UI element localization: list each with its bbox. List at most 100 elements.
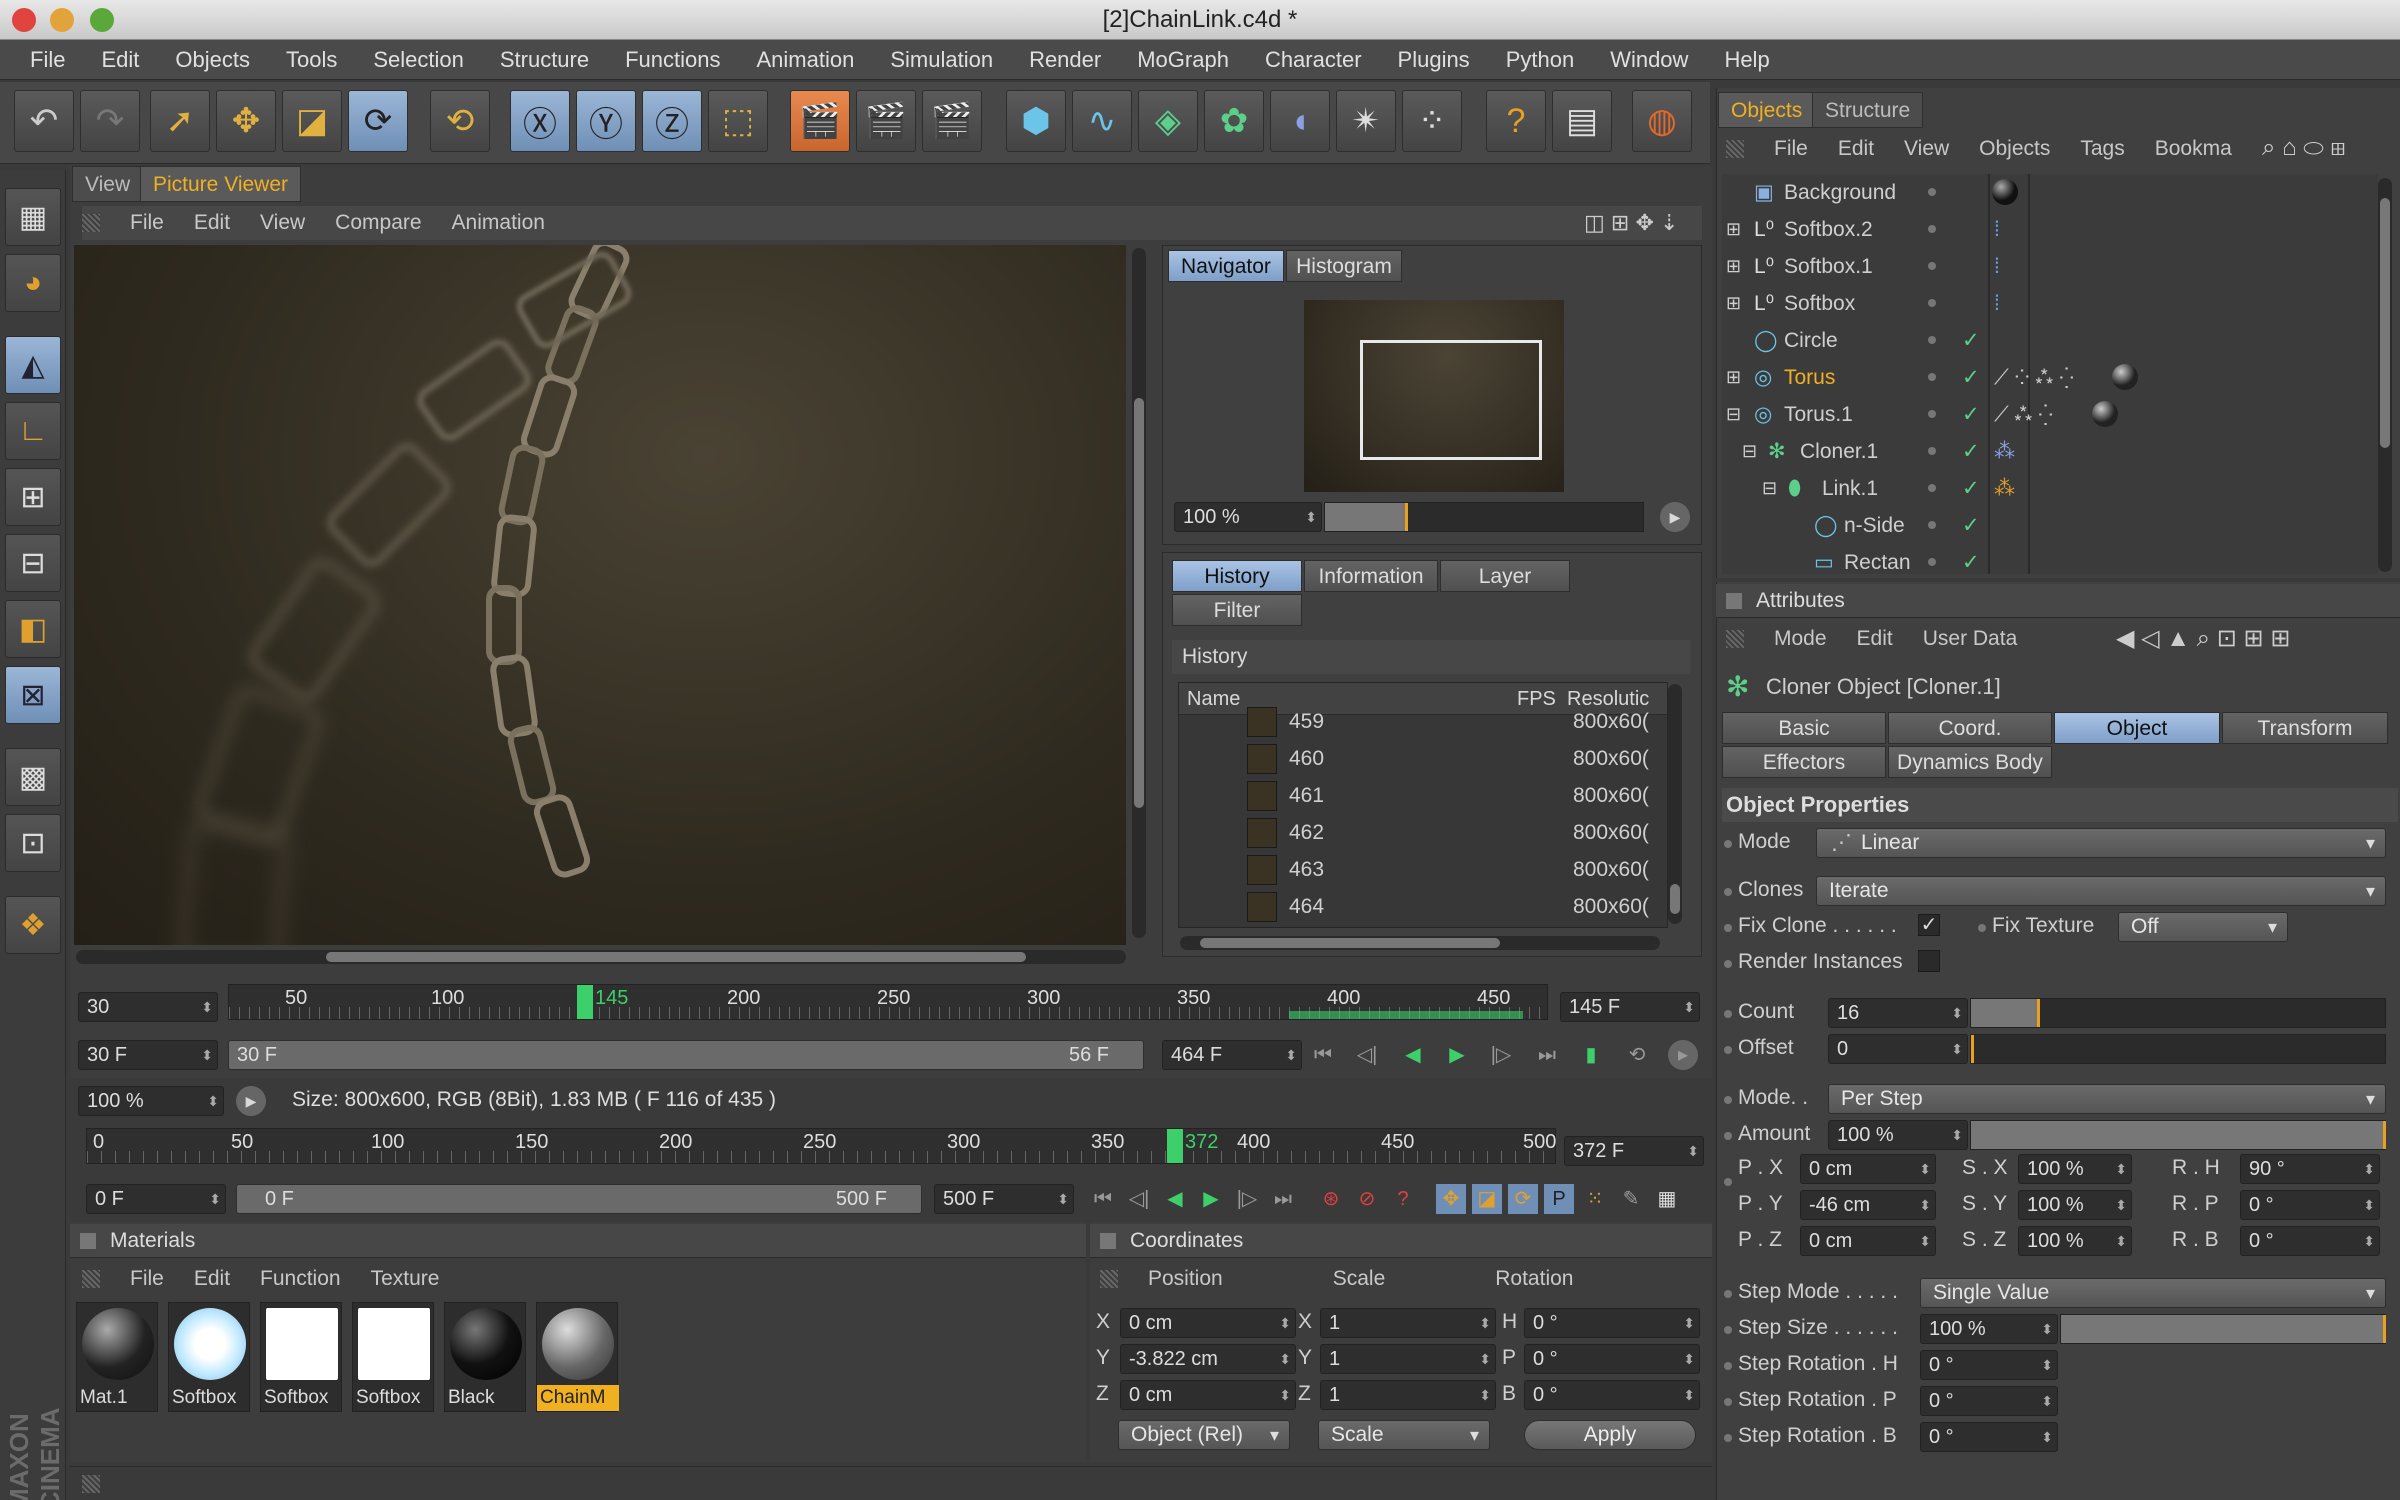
history-vertical-scrollbar[interactable] — [1668, 684, 1682, 924]
visibility-dot[interactable] — [1928, 521, 1936, 529]
navigator-thumbnail[interactable] — [1304, 300, 1564, 492]
objects-vertical-scrollbar[interactable] — [2378, 178, 2392, 572]
workplane-button[interactable]: ⊡ — [5, 814, 61, 872]
attributes-menu-mode[interactable]: Mode — [1774, 627, 1827, 651]
enabled-check-icon[interactable]: ✓ — [1962, 359, 1980, 396]
scene-button[interactable]: ✴ — [1336, 90, 1396, 152]
py-field[interactable]: -46 cm ⬍ — [1800, 1190, 1936, 1220]
render-instances-checkbox[interactable] — [1918, 950, 1940, 972]
fix-texture-dropdown[interactable]: Off — [2118, 912, 2288, 942]
play-backward-icon[interactable]: ◀ — [1398, 1040, 1428, 1070]
param-dot[interactable] — [1724, 1398, 1732, 1406]
position-z-field[interactable]: 0 cm ⬍ — [1120, 1380, 1296, 1410]
enabled-check-icon[interactable]: ✓ — [1962, 396, 1980, 433]
materials-menu-function[interactable]: Function — [260, 1267, 341, 1291]
goto-end-icon[interactable]: ⏭ — [1532, 1040, 1562, 1070]
timeline1-ruler[interactable]: 50 100 145 200 250 300 350 400 450 — [228, 984, 1549, 1020]
scheme-icon[interactable]: ▦ — [1652, 1184, 1682, 1214]
pz-field[interactable]: 0 cm ⬍ — [1800, 1226, 1936, 1256]
attributes-menu-user-data[interactable]: User Data — [1923, 627, 2018, 651]
menu-mograph[interactable]: MoGraph — [1119, 47, 1247, 73]
param-dot[interactable] — [1724, 1362, 1732, 1370]
mode-dropdown[interactable]: ⋰ Linear — [1816, 828, 2386, 858]
offset-field[interactable]: 0 ⬍ — [1828, 1034, 1968, 1064]
scale-tool-button[interactable]: ◪ — [282, 90, 342, 152]
rb-field[interactable]: 0 ° ⬍ — [2240, 1226, 2380, 1256]
param-dot[interactable] — [1724, 840, 1732, 848]
history-row[interactable]: 463 800x60( — [1179, 851, 1667, 888]
visibility-dot[interactable] — [1928, 188, 1936, 196]
param-dot[interactable] — [1724, 1132, 1732, 1140]
clones-dropdown[interactable]: Iterate — [1816, 876, 2386, 906]
step-forward-icon[interactable]: |▷ — [1486, 1040, 1516, 1070]
nurbs-button[interactable]: ◈ — [1138, 90, 1198, 152]
model-mode-button[interactable]: ◕ — [5, 254, 61, 312]
visibility-dot[interactable] — [1928, 447, 1936, 455]
timeline1-min-field[interactable]: 30 F ⬍ — [78, 1040, 218, 1070]
timeline2-current-field[interactable]: 372 F ⬍ — [1564, 1136, 1704, 1166]
rotation-b-field[interactable]: 0 ° ⬍ — [1524, 1380, 1700, 1410]
timeline2-playhead[interactable] — [1167, 1129, 1183, 1163]
history-row[interactable]: 459 800x60( — [1179, 703, 1667, 740]
menu-file[interactable]: File — [12, 47, 83, 73]
rotation-h-field[interactable]: 0 ° ⬍ — [1524, 1308, 1700, 1338]
apply-button[interactable]: Apply — [1524, 1420, 1696, 1450]
texture-axis-button[interactable]: ∟ — [5, 402, 61, 460]
play-forward-icon[interactable]: ▶ — [1442, 1040, 1472, 1070]
px-field[interactable]: 0 cm ⬍ — [1800, 1154, 1936, 1184]
layout-switch-button[interactable]: ▦ — [5, 188, 61, 246]
param-dot[interactable] — [1724, 1046, 1732, 1054]
tag-icon[interactable]: ⁞ — [1994, 248, 2000, 285]
expand-icon[interactable]: ⊞ — [1726, 359, 1741, 396]
enabled-check-icon[interactable]: ✓ — [1962, 507, 1980, 544]
step-size-slider[interactable] — [2060, 1314, 2386, 1344]
visibility-dot[interactable] — [1928, 262, 1936, 270]
object-row-circle[interactable]: ◯ Circle ✓ — [1722, 322, 2158, 359]
tab-object[interactable]: Object — [2054, 712, 2220, 744]
objects-menu-bookmarks[interactable]: Bookma — [2155, 137, 2232, 161]
timeline2-end-field[interactable]: 500 F ⬍ — [934, 1184, 1074, 1214]
material-tag-icon[interactable] — [1992, 179, 2018, 205]
timeline2-ruler[interactable]: 0 50 100 150 200 250 300 350 372 400 450… — [86, 1128, 1557, 1164]
redo-button[interactable]: ↷ — [80, 90, 140, 152]
render-settings-button[interactable]: 🎬 — [922, 90, 982, 152]
tab-coord[interactable]: Coord. — [1888, 712, 2052, 744]
viewer-menu-file[interactable]: File — [130, 211, 164, 235]
material-swatch[interactable]: Mat.1 — [76, 1302, 158, 1412]
collapse-icon[interactable]: ⊟ — [1726, 396, 1741, 433]
menu-objects[interactable]: Objects — [157, 47, 268, 73]
param-dot[interactable] — [1978, 924, 1986, 932]
param-dot[interactable] — [1724, 1326, 1732, 1334]
material-swatch[interactable]: Softbox — [260, 1302, 342, 1412]
count-field[interactable]: 16 ⬍ — [1828, 998, 1968, 1028]
history-row[interactable]: 464 800x60( — [1179, 888, 1667, 925]
tab-view[interactable]: View — [72, 166, 144, 202]
undo-button[interactable]: ↶ — [14, 90, 74, 152]
param-dot[interactable] — [1724, 1096, 1732, 1104]
step-rotation-h-field[interactable]: 0 ° ⬍ — [1920, 1350, 2058, 1380]
menu-render[interactable]: Render — [1011, 47, 1119, 73]
visibility-dot[interactable] — [1928, 410, 1936, 418]
objects-header-icons[interactable]: ⌕ ⌂ ⬭ ⊞ — [2262, 134, 2346, 162]
material-swatch-selected[interactable]: ChainM — [536, 1302, 619, 1412]
tab-dynamics-body[interactable]: Dynamics Body — [1888, 746, 2052, 778]
param-dot[interactable] — [1724, 1010, 1732, 1018]
autokey-icon[interactable]: ⊘ — [1352, 1184, 1382, 1214]
viewer-zoom-field[interactable]: 100 % ⬍ — [78, 1086, 224, 1116]
deformer-button[interactable]: ◖ — [1270, 90, 1330, 152]
scale-z-field[interactable]: 1 ⬍ — [1320, 1380, 1496, 1410]
layout-button[interactable]: ▤ — [1552, 90, 1612, 152]
viewport-horizontal-scrollbar[interactable] — [76, 950, 1126, 964]
collapse-icon[interactable]: ⊟ — [1762, 470, 1777, 507]
edges-mode-button[interactable]: ⊟ — [5, 534, 61, 592]
tag-icon[interactable]: ⁞ — [1994, 211, 2000, 248]
record-position-icon[interactable]: ✥ — [1436, 1184, 1466, 1214]
objects-menu-tags[interactable]: Tags — [2080, 137, 2124, 161]
polygons-mode-button[interactable]: ◧ — [5, 600, 61, 658]
menu-python[interactable]: Python — [1488, 47, 1593, 73]
y-axis-button[interactable]: Ⓨ — [576, 90, 636, 152]
objects-menu-file[interactable]: File — [1774, 137, 1808, 161]
step-rotation-p-field[interactable]: 0 ° ⬍ — [1920, 1386, 2058, 1416]
step-back-icon[interactable]: ◁| — [1124, 1184, 1154, 1214]
material-tag-icon[interactable] — [2112, 364, 2138, 390]
